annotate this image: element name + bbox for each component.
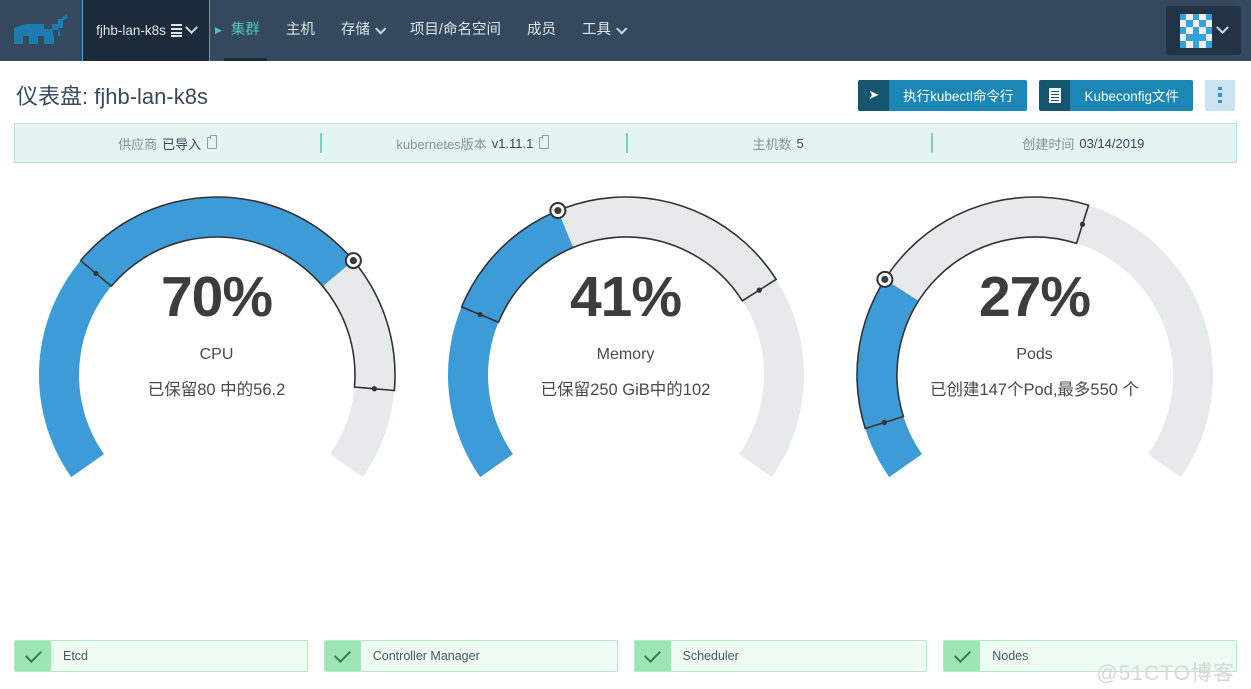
info-cell-host-count: 主机数 5 bbox=[625, 124, 931, 162]
nav-item-hosts[interactable]: 主机 bbox=[273, 0, 328, 61]
run-kubectl-button-label: 执行kubectl命令行 bbox=[889, 79, 1028, 111]
run-kubectl-button[interactable]: ➤ 执行kubectl命令行 bbox=[858, 79, 1028, 111]
status-item-controller-manager[interactable]: Controller Manager bbox=[323, 640, 618, 672]
status-item-nodes[interactable]: Nodes bbox=[943, 640, 1237, 672]
stack-icon bbox=[170, 24, 182, 37]
check-icon bbox=[324, 641, 361, 671]
user-menu[interactable] bbox=[1166, 6, 1241, 55]
copy-icon[interactable] bbox=[207, 134, 218, 149]
page-header: 仪表盘: fjhb-lan-k8s ➤ 执行kubectl命令行 Kubecon… bbox=[0, 61, 1251, 123]
top-navbar: fjhb-lan-k8s ▶ 集群 主机 存储 项目/命名空间 成员 工具 bbox=[0, 0, 1251, 61]
terminal-icon: ➤ bbox=[858, 79, 890, 111]
nav-item-tools[interactable]: 工具 bbox=[569, 0, 638, 61]
component-status-row: Etcd Controller Manager Scheduler Nodes bbox=[0, 640, 1251, 672]
info-value: 已导入 bbox=[162, 136, 202, 152]
rancher-logo[interactable] bbox=[0, 0, 82, 61]
info-value: v1.11.1 bbox=[491, 135, 534, 151]
page-title-label: 仪表盘: bbox=[16, 84, 89, 109]
status-item-label: Scheduler bbox=[682, 649, 739, 663]
check-icon bbox=[15, 641, 51, 671]
info-key: 供应商 bbox=[118, 136, 158, 152]
info-key: 主机数 bbox=[752, 136, 792, 152]
kubeconfig-button-label: Kubeconfig文件 bbox=[1070, 79, 1193, 111]
gauge-memory-chart bbox=[447, 196, 804, 478]
chevron-down-icon bbox=[1216, 21, 1229, 35]
gauge-pods-chart bbox=[855, 196, 1213, 478]
info-cell-created: 创建时间 03/14/2019 bbox=[930, 124, 1236, 162]
info-value: 5 bbox=[796, 135, 804, 151]
info-key: 创建时间 bbox=[1022, 136, 1075, 152]
gauge-memory: 41% Memory 已保留250 GiB中的102 bbox=[421, 185, 830, 525]
nav-item-label: 主机 bbox=[285, 22, 315, 38]
gauge-row: 70% CPU 已保留80 中的56.2 41% Memory 已保留250 G… bbox=[0, 163, 1251, 543]
chevron-down-icon bbox=[185, 21, 198, 35]
cluster-picker-name: fjhb-lan-k8s bbox=[96, 23, 166, 38]
nav-item-label: 存储 bbox=[340, 22, 370, 38]
nav-items: ▶ 集群 主机 存储 项目/命名空间 成员 工具 bbox=[210, 0, 1166, 61]
check-icon bbox=[944, 641, 981, 671]
identicon-avatar-icon bbox=[1180, 13, 1212, 48]
nav-item-storage[interactable]: 存储 bbox=[328, 0, 397, 61]
nav-item-label: 工具 bbox=[581, 22, 611, 38]
page-title-value: fjhb-lan-k8s bbox=[94, 84, 208, 109]
status-item-label: Nodes bbox=[992, 649, 1029, 663]
dashboard-page: fjhb-lan-k8s ▶ 集群 主机 存储 项目/命名空间 成员 工具 仪表… bbox=[0, 0, 1251, 689]
nav-item-label: 项目/命名空间 bbox=[409, 22, 501, 38]
gauge-pods: 27% Pods 已创建147个Pod,最多550 个 bbox=[830, 185, 1239, 525]
document-icon bbox=[1039, 79, 1071, 111]
info-key: kubernetes版本 bbox=[396, 136, 487, 152]
rancher-bull-logo-icon bbox=[14, 13, 68, 44]
chevron-down-icon bbox=[374, 22, 387, 35]
status-item-etcd[interactable]: Etcd bbox=[14, 640, 308, 672]
gauge-cpu: 70% CPU 已保留80 中的56.2 bbox=[12, 185, 421, 525]
header-actions: ➤ 执行kubectl命令行 Kubeconfig文件 bbox=[858, 79, 1235, 111]
check-icon bbox=[634, 641, 671, 671]
page-title: 仪表盘: fjhb-lan-k8s bbox=[16, 79, 208, 111]
kebab-menu-icon[interactable] bbox=[1205, 79, 1235, 111]
info-cell-k8s-version: kubernetes版本 v1.11.1 bbox=[320, 124, 625, 162]
status-item-label: Controller Manager bbox=[372, 649, 480, 663]
cluster-info-bar: 供应商 已导入 kubernetes版本 v1.11.1 主机数 5 创建时间 … bbox=[14, 123, 1237, 163]
chevron-down-icon bbox=[616, 22, 628, 35]
nav-item-label: 成员 bbox=[526, 22, 556, 38]
status-item-scheduler[interactable]: Scheduler bbox=[633, 640, 928, 672]
info-cell-provider: 供应商 已导入 bbox=[15, 124, 320, 162]
status-item-label: Etcd bbox=[63, 649, 89, 663]
kubeconfig-button[interactable]: Kubeconfig文件 bbox=[1039, 79, 1193, 111]
nav-item-projects-namespaces[interactable]: 项目/命名空间 bbox=[397, 0, 514, 61]
info-value: 03/14/2019 bbox=[1079, 135, 1145, 151]
copy-icon[interactable] bbox=[539, 134, 550, 149]
gauge-cpu-chart bbox=[38, 196, 396, 478]
nav-item-members[interactable]: 成员 bbox=[514, 0, 569, 61]
nav-item-cluster[interactable]: 集群 bbox=[218, 0, 273, 61]
nav-item-label: 集群 bbox=[230, 22, 260, 38]
cluster-picker[interactable]: fjhb-lan-k8s bbox=[82, 0, 210, 61]
